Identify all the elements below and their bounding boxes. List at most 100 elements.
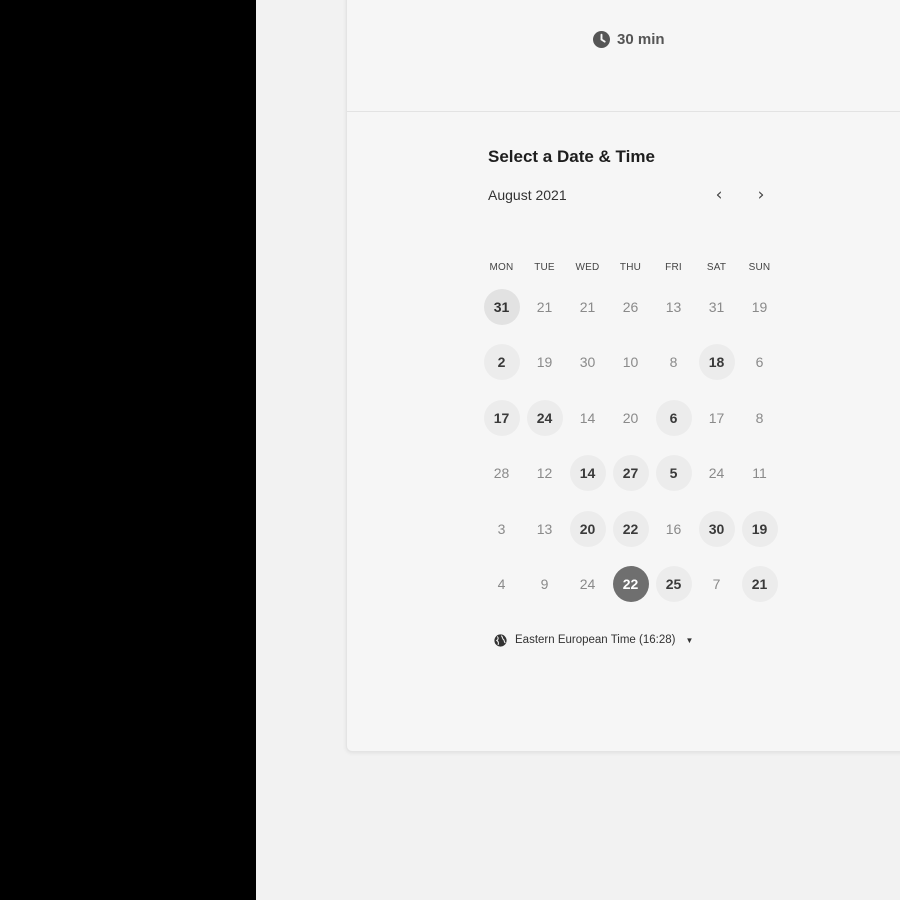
weekday-label: WED — [575, 262, 600, 273]
calendar-cell: 2 — [480, 335, 523, 391]
calendar-cell: 8 — [652, 335, 695, 391]
unavailable-day: 10 — [622, 354, 639, 371]
calendar-cell: 18 — [695, 335, 738, 391]
unavailable-day: 21 — [536, 298, 553, 315]
calendar-cell: 19 — [738, 279, 781, 335]
chevron-left-icon: ‹ — [715, 185, 723, 205]
scheduling-card: 30 min Select a Date & Time August 2021 … — [346, 0, 900, 752]
unavailable-day: 9 — [540, 576, 549, 593]
available-day-button[interactable]: 30 — [698, 510, 735, 547]
unavailable-day: 19 — [751, 298, 768, 315]
unavailable-day: 8 — [755, 409, 764, 426]
unavailable-day: 12 — [536, 465, 553, 482]
weekday-label: SAT — [706, 262, 727, 273]
calendar-cell: 6 — [652, 390, 695, 446]
available-day-button[interactable]: 19 — [741, 510, 778, 547]
available-day-button[interactable]: 21 — [741, 566, 778, 603]
calendar-cell: 19 — [523, 335, 566, 391]
available-day-button[interactable]: 22 — [612, 510, 649, 547]
calendar-cell: 13 — [523, 501, 566, 557]
page-title: Select a Date & Time — [488, 147, 655, 166]
calendar-grid: 31 21 21 26 13 31 19 2 19 30 10 8 18 6 17 24 14 20 6 17 8 28 1… — [480, 279, 781, 612]
calendar-cell: 24 — [566, 557, 609, 613]
timezone-label: Eastern European Time (16:28) — [515, 634, 676, 646]
unavailable-day: 28 — [493, 465, 510, 482]
weekday-label: FRI — [665, 262, 682, 273]
calendar-cell: 14 — [566, 446, 609, 502]
calendar-cell: 3 — [480, 501, 523, 557]
caret-down-icon: ▼ — [685, 635, 694, 645]
unavailable-day: 14 — [579, 409, 596, 426]
available-day-button[interactable]: 17 — [483, 399, 520, 436]
unavailable-day: 6 — [755, 354, 764, 371]
unavailable-day: 4 — [497, 576, 506, 593]
unavailable-day: 26 — [622, 298, 639, 315]
unavailable-day: 3 — [497, 520, 506, 537]
prev-month-button[interactable]: ‹ — [707, 183, 731, 207]
available-day-button[interactable]: 18 — [698, 344, 735, 381]
clock-icon — [593, 30, 610, 48]
calendar-cell: 4 — [480, 557, 523, 613]
unavailable-day: 17 — [708, 409, 725, 426]
timezone-selector[interactable]: Eastern European Time (16:28) ▼ — [494, 631, 693, 649]
calendar-cell: 20 — [609, 390, 652, 446]
weekday-label: THU — [619, 262, 642, 273]
month-navigation: August 2021 ‹ › — [488, 185, 778, 207]
unavailable-day: 24 — [579, 576, 596, 593]
available-day-button[interactable]: 27 — [612, 455, 649, 492]
chevron-right-icon: › — [757, 185, 765, 205]
calendar-cell: 22 — [609, 557, 652, 613]
calendar-cell: 12 — [523, 446, 566, 502]
calendar-cell: 14 — [566, 390, 609, 446]
available-day-button[interactable]: 5 — [655, 455, 692, 492]
available-day-button[interactable]: 24 — [526, 399, 563, 436]
available-day-button[interactable]: 2 — [483, 344, 520, 381]
weekday-label: MON — [489, 262, 514, 273]
globe-icon — [494, 633, 507, 647]
calendar-cell: 17 — [695, 390, 738, 446]
selected-day-button[interactable]: 22 — [612, 566, 649, 603]
calendar-cell: 28 — [480, 446, 523, 502]
calendar-cell: 24 — [695, 446, 738, 502]
calendar-cell: 8 — [738, 390, 781, 446]
calendar-cell: 20 — [566, 501, 609, 557]
available-day-button[interactable]: 6 — [655, 399, 692, 436]
unavailable-day: 21 — [579, 298, 596, 315]
available-day-button[interactable]: 25 — [655, 566, 692, 603]
unavailable-day: 11 — [752, 465, 767, 482]
unavailable-day: 13 — [536, 520, 553, 537]
calendar-cell: 7 — [695, 557, 738, 613]
calendar-cell: 10 — [609, 335, 652, 391]
unavailable-day: 24 — [708, 465, 725, 482]
calendar-cell: 24 — [523, 390, 566, 446]
event-duration: 30 min — [593, 27, 665, 51]
calendar-cell: 17 — [480, 390, 523, 446]
scheduling-page: 30 min Select a Date & Time August 2021 … — [256, 0, 900, 900]
today-day: 31 — [483, 288, 520, 325]
unavailable-day: 7 — [712, 576, 721, 593]
unavailable-day: 20 — [622, 409, 639, 426]
calendar-cell: 11 — [738, 446, 781, 502]
calendar-cell: 30 — [695, 501, 738, 557]
available-day-button[interactable]: 14 — [569, 455, 606, 492]
unavailable-day: 13 — [665, 298, 682, 315]
calendar-cell: 19 — [738, 501, 781, 557]
calendar-cell: 13 — [652, 279, 695, 335]
weekday-label: TUE — [534, 262, 555, 273]
unavailable-day: 16 — [665, 520, 682, 537]
duration-label: 30 min — [617, 30, 665, 48]
calendar-cell: 5 — [652, 446, 695, 502]
next-month-button[interactable]: › — [749, 183, 773, 207]
available-day-button[interactable]: 20 — [569, 510, 606, 547]
calendar-cell: 25 — [652, 557, 695, 613]
calendar-cell: 9 — [523, 557, 566, 613]
unavailable-day: 19 — [536, 354, 553, 371]
calendar-cell: 16 — [652, 501, 695, 557]
calendar-cell: 31 — [695, 279, 738, 335]
calendar-cell: 21 — [738, 557, 781, 613]
month-label: August 2021 — [488, 187, 567, 203]
event-details: 30 min — [347, 0, 900, 112]
calendar-cell: 26 — [609, 279, 652, 335]
calendar-cell: 21 — [566, 279, 609, 335]
calendar-cell: 30 — [566, 335, 609, 391]
